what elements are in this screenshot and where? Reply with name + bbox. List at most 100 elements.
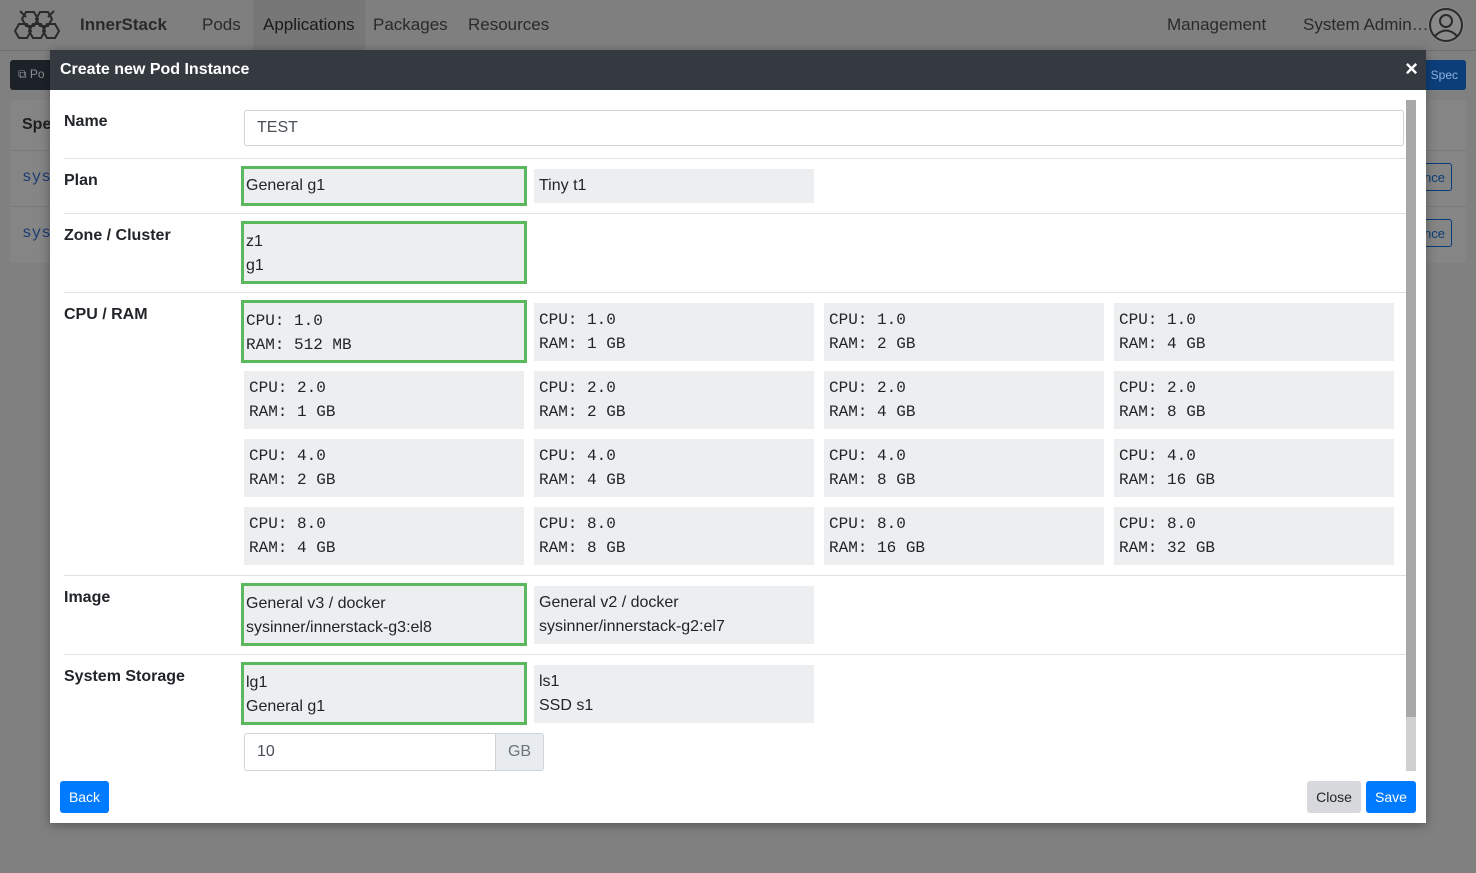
- cpu-value: CPU: 8.0: [1119, 515, 1196, 533]
- plan-option-label: Tiny t1: [539, 177, 587, 194]
- cpu-value: CPU: 8.0: [539, 515, 616, 533]
- brand[interactable]: InnerStack: [12, 7, 167, 43]
- cpu-ram-option[interactable]: CPU: 2.0 RAM: 1 GB: [244, 371, 524, 429]
- cpu-ram-option[interactable]: CPU: 4.0 RAM: 16 GB: [1114, 439, 1394, 497]
- divider: [64, 158, 1406, 159]
- cpu-value: CPU: 2.0: [539, 379, 616, 397]
- user-avatar-icon[interactable]: [1428, 7, 1464, 43]
- cpu-value: CPU: 1.0: [246, 312, 323, 330]
- image-path: sysinner/innerstack-g3:el8: [246, 619, 432, 636]
- cpu-value: CPU: 8.0: [249, 515, 326, 533]
- zone-cluster-label: Zone / Cluster: [64, 227, 171, 244]
- ram-value: RAM: 8 GB: [539, 539, 626, 557]
- cpu-ram-option[interactable]: CPU: 8.0 RAM: 4 GB: [244, 507, 524, 565]
- divider: [64, 575, 1406, 576]
- divider: [64, 292, 1406, 293]
- ram-value: RAM: 4 GB: [249, 539, 336, 557]
- zone-option-z1[interactable]: z1 g1: [241, 221, 527, 284]
- cpu-ram-option[interactable]: CPU: 4.0 RAM: 2 GB: [244, 439, 524, 497]
- close-button[interactable]: Close: [1307, 781, 1361, 813]
- ram-value: RAM: 2 GB: [829, 335, 916, 353]
- cpu-ram-option[interactable]: CPU: 2.0 RAM: 4 GB: [824, 371, 1104, 429]
- cpu-value: CPU: 4.0: [539, 447, 616, 465]
- ram-value: RAM: 2 GB: [539, 403, 626, 421]
- image-label: Image: [64, 589, 111, 606]
- cpu-ram-option[interactable]: CPU: 8.0 RAM: 16 GB: [824, 507, 1104, 565]
- cpu-value: CPU: 4.0: [249, 447, 326, 465]
- image-option-general-v2[interactable]: General v2 / docker sysinner/innerstack-…: [534, 586, 814, 644]
- image-option-general-v3[interactable]: General v3 / docker sysinner/innerstack-…: [241, 583, 527, 646]
- cpu-value: CPU: 4.0: [829, 447, 906, 465]
- cpu-ram-option[interactable]: CPU: 2.0 RAM: 2 GB: [534, 371, 814, 429]
- cpu-ram-option[interactable]: CPU: 1.0 RAM: 1 GB: [534, 303, 814, 361]
- background-row-text: sys: [22, 224, 51, 242]
- name-label: Name: [64, 113, 108, 130]
- storage-name: SSD s1: [539, 697, 594, 714]
- nav-link-packages[interactable]: Packages: [373, 0, 448, 50]
- cpu-value: CPU: 2.0: [1119, 379, 1196, 397]
- cpu-ram-option[interactable]: CPU: 4.0 RAM: 4 GB: [534, 439, 814, 497]
- cpu-value: CPU: 1.0: [539, 311, 616, 329]
- ram-value: RAM: 1 GB: [249, 403, 336, 421]
- cpu-value: CPU: 8.0: [829, 515, 906, 533]
- scrollbar-thumb[interactable]: [1406, 100, 1416, 717]
- cpu-ram-label: CPU / RAM: [64, 306, 148, 323]
- ram-value: RAM: 16 GB: [1119, 471, 1216, 489]
- scrollbar-track[interactable]: [1406, 717, 1416, 771]
- close-icon[interactable]: ×: [1405, 57, 1418, 81]
- cpu-value: CPU: 1.0: [829, 311, 906, 329]
- plan-label: Plan: [64, 172, 98, 189]
- divider: [64, 654, 1406, 655]
- modal-title: Create new Pod Instance: [60, 61, 250, 78]
- plan-option-tiny-t1[interactable]: Tiny t1: [534, 169, 814, 203]
- background-toolbar-tab[interactable]: ⧉ Po: [18, 67, 45, 82]
- cpu-ram-option[interactable]: CPU: 1.0 RAM: 2 GB: [824, 303, 1104, 361]
- storage-name: General g1: [246, 698, 326, 715]
- cpu-ram-option[interactable]: CPU: 2.0 RAM: 8 GB: [1114, 371, 1394, 429]
- honeycomb-logo-icon: [13, 10, 61, 39]
- storage-code: ls1: [539, 673, 560, 690]
- ram-value: RAM: 4 GB: [829, 403, 916, 421]
- storage-size-unit: GB: [495, 733, 544, 771]
- storage-option-lg1[interactable]: lg1 General g1: [241, 662, 527, 725]
- cpu-ram-option[interactable]: CPU: 4.0 RAM: 8 GB: [824, 439, 1104, 497]
- nav-link-pods[interactable]: Pods: [202, 0, 241, 50]
- nav-link-applications[interactable]: Applications: [253, 0, 365, 50]
- modal-header: Create new Pod Instance ×: [50, 50, 1426, 90]
- cpu-ram-option[interactable]: CPU: 1.0 RAM: 4 GB: [1114, 303, 1394, 361]
- ram-value: RAM: 512 MB: [246, 336, 352, 354]
- ram-value: RAM: 8 GB: [829, 471, 916, 489]
- cpu-ram-option[interactable]: CPU: 8.0 RAM: 8 GB: [534, 507, 814, 565]
- cpu-ram-option[interactable]: CPU: 1.0 RAM: 512 MB: [241, 300, 527, 363]
- storage-size-group: 10 GB: [244, 733, 544, 771]
- system-storage-label: System Storage: [64, 668, 185, 685]
- cpu-ram-option[interactable]: CPU: 8.0 RAM: 32 GB: [1114, 507, 1394, 565]
- cpu-value: CPU: 4.0: [1119, 447, 1196, 465]
- ram-value: RAM: 2 GB: [249, 471, 336, 489]
- image-title: General v2 / docker: [539, 594, 679, 611]
- create-pod-modal: Create new Pod Instance × Name TEST Plan…: [50, 50, 1426, 823]
- name-input[interactable]: TEST: [244, 110, 1404, 146]
- cluster-name: g1: [246, 257, 264, 274]
- nav-link-resources[interactable]: Resources: [468, 0, 549, 50]
- user-menu[interactable]: System Admin…: [1303, 0, 1429, 50]
- image-path: sysinner/innerstack-g2:el7: [539, 618, 725, 635]
- ram-value: RAM: 16 GB: [829, 539, 926, 557]
- nav-link-management[interactable]: Management: [1167, 0, 1266, 50]
- storage-size-input[interactable]: 10: [244, 733, 496, 771]
- navbar: InnerStack Pods Applications Packages Re…: [0, 0, 1476, 50]
- storage-code: lg1: [246, 674, 268, 691]
- divider: [64, 213, 1406, 214]
- brand-name: InnerStack: [80, 15, 167, 34]
- storage-option-ls1[interactable]: ls1 SSD s1: [534, 665, 814, 723]
- ram-value: RAM: 4 GB: [1119, 335, 1206, 353]
- save-button[interactable]: Save: [1366, 781, 1416, 813]
- cpu-value: CPU: 2.0: [829, 379, 906, 397]
- ram-value: RAM: 1 GB: [539, 335, 626, 353]
- modal-scrollbar[interactable]: [1406, 100, 1416, 771]
- ram-value: RAM: 8 GB: [1119, 403, 1206, 421]
- plan-option-general-g1[interactable]: General g1: [241, 166, 527, 206]
- back-button[interactable]: Back: [60, 781, 109, 813]
- plan-option-label: General g1: [246, 177, 326, 194]
- background-card-header: Spe: [22, 116, 52, 133]
